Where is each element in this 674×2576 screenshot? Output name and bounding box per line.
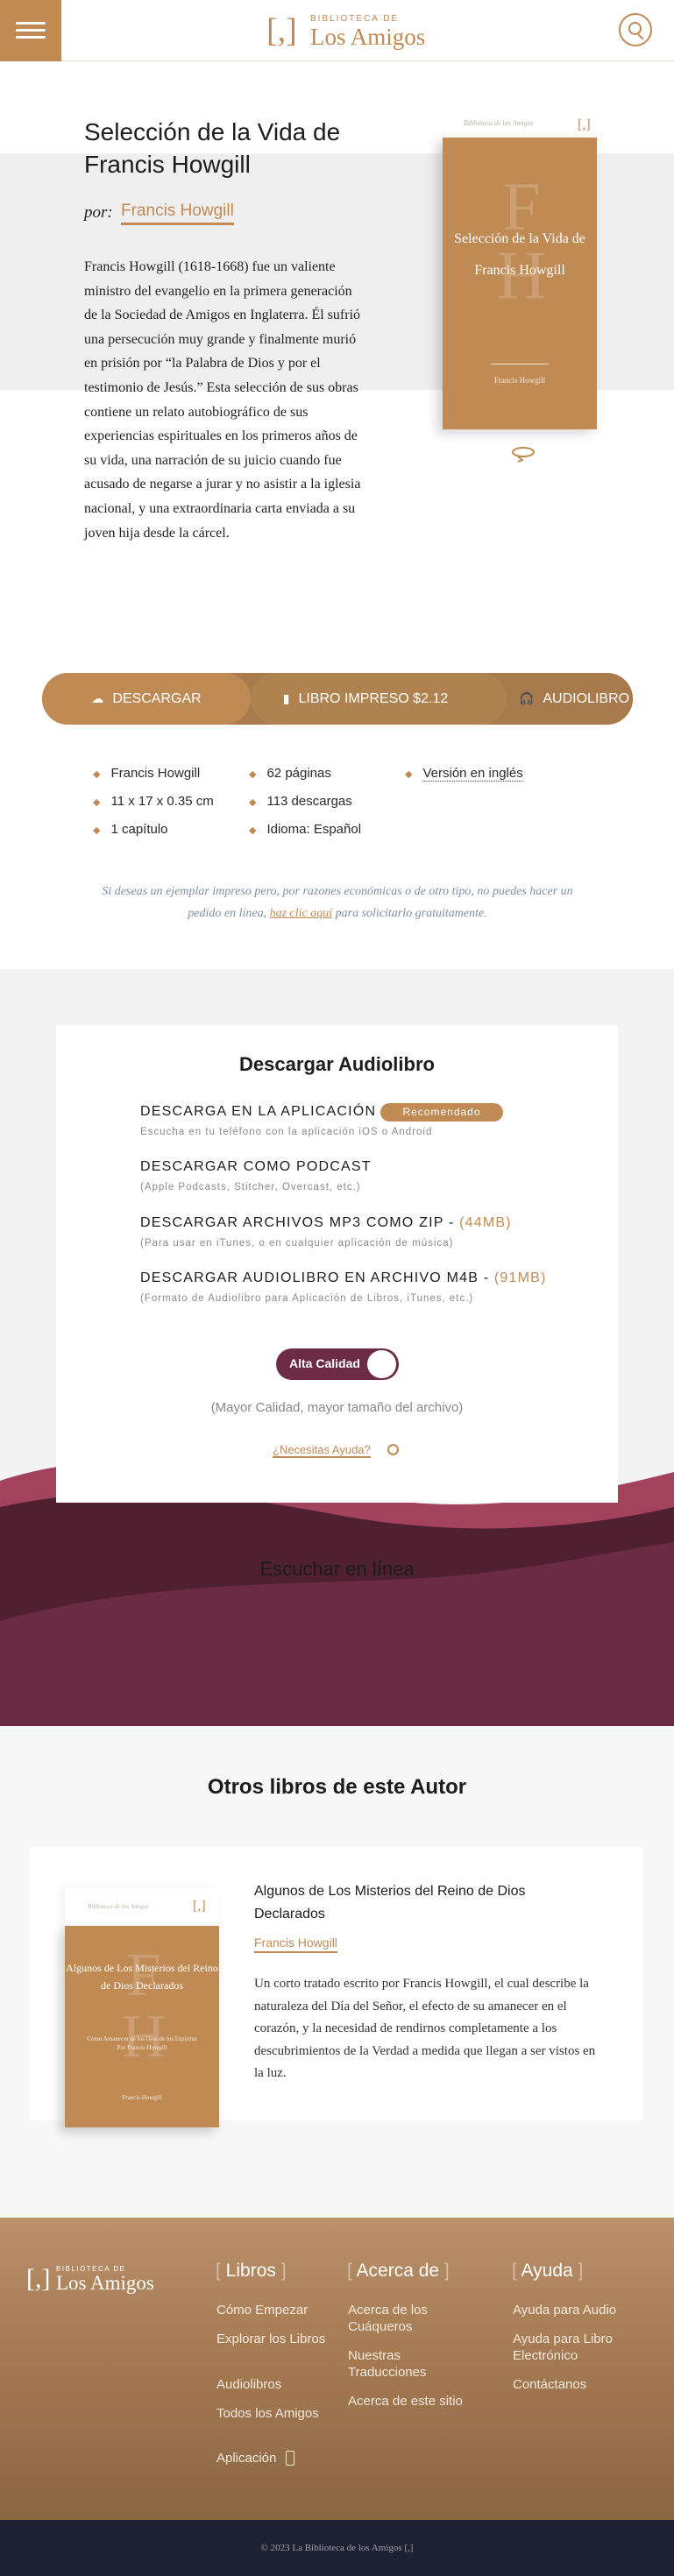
meta-chapters: ◆ 1 capítulo — [93, 822, 168, 837]
cloud-download-icon: ☁ — [91, 691, 104, 705]
recommended-badge: Recomendado — [380, 1103, 503, 1122]
menu-icon[interactable] — [0, 0, 61, 61]
meta-dimensions: ◆ 11 x 17 x 0.35 cm — [93, 794, 214, 809]
site-logo[interactable]: [,] BIBLIOTECA DE Los Amigos — [266, 12, 433, 51]
download-app-sub: Escucha en tu teléfono con la aplicación… — [140, 1127, 433, 1137]
meta-downloads: ◆ 113 descargas — [249, 794, 352, 809]
author-link[interactable]: Francis Howgill — [121, 202, 234, 225]
other-book-title[interactable]: Algunos de Los Misterios del Reino de Di… — [254, 1880, 587, 1926]
quality-note: (Mayor Calidad, mayor tamaño del archivo… — [210, 1400, 464, 1415]
free-copy-note: Si deseas un ejemplar impreso pero, por … — [102, 885, 573, 920]
m4b-sub: (Formato de Audiolibro para Aplicación d… — [140, 1293, 474, 1304]
action-bar: 🎧 AUDIOLIBRO ▮ LIBRO IMPRESO $2.12 ☁ DES… — [42, 673, 633, 725]
cover-strip: Biblioteca de los Amigos [,] — [443, 114, 597, 138]
m4b-option[interactable]: DESCARGAR AUDIOLIBRO EN ARCHIVO M4B - (9… — [140, 1270, 547, 1286]
logo-top-text: BIBLIOTECA DE — [310, 14, 400, 24]
by-label: por: — [84, 203, 113, 222]
footer-books-heading: [ Libros ] — [216, 2261, 287, 2281]
mp3-zip-sub: (Para usar en iTunes, o en cualquier apl… — [140, 1238, 454, 1249]
mp3-zip-option[interactable]: DESCARGAR ARCHIVOS MP3 COMO ZIP - (44MB) — [140, 1215, 512, 1231]
click-here-link[interactable]: haz clic aquí — [270, 907, 333, 920]
flip-cover-icon[interactable] — [510, 445, 536, 463]
footer-link-app[interactable]: Aplicación — [216, 2450, 330, 2466]
footer-link-translations[interactable]: Nuestras Traducciones — [348, 2347, 462, 2381]
footer-link-all-friends[interactable]: Todos los Amigos — [216, 2405, 330, 2422]
book-description: Francis Howgill (1618-1668) fue un valie… — [84, 259, 361, 541]
other-book-cover-strip: Biblioteca de los Amigos [,] — [65, 1887, 219, 1926]
podcast-sub: (Apple Podcasts, Stitcher, Overcast, etc… — [140, 1182, 361, 1192]
footer-help-heading: [ Ayuda ] — [512, 2261, 584, 2281]
footer-about-heading: [ Acerca de ] — [347, 2261, 450, 2281]
copyright-text: © 2023 La Biblioteca de los Amigos [,] — [260, 2543, 414, 2553]
footer-link-quakers[interactable]: Acerca de los Cuáqueros — [348, 2302, 462, 2335]
footer-link-audio-help[interactable]: Ayuda para Audio — [513, 2302, 644, 2318]
logo-bottom-text: Los Amigos — [310, 24, 426, 50]
other-book-description: Un corto tratado escrito por Francis How… — [254, 1977, 596, 2080]
audiobook-title: Descargar Audiolibro — [239, 1053, 435, 1075]
footer-link-audiobooks[interactable]: Audiolibros — [216, 2376, 330, 2393]
other-cover-title: Algunos de Los Misterios del Reino de Di… — [66, 1962, 218, 1992]
other-cover-author: Francis Howgill — [122, 2094, 162, 2101]
other-cover-subtitle: Como Amanecer de los Ojos de los Espírit… — [87, 2035, 197, 2051]
podcast-option[interactable]: DESCARGAR COMO PODCAST — [140, 1159, 372, 1175]
download-app-option[interactable]: DESCARGA EN LA APLICACIÓN — [140, 1104, 376, 1120]
cover-strip-text: Biblioteca de los Amigos — [464, 119, 534, 127]
help-icon — [387, 1444, 399, 1455]
cover-title: Selección de la Vida de Francis Howgill — [454, 231, 585, 278]
footer-link-getting-started[interactable]: Cómo Empezar — [216, 2302, 330, 2318]
phone-icon — [285, 2451, 294, 2466]
meta-english-version: ◆ Versión en inglés — [405, 766, 523, 782]
book-cover[interactable]: FH Selección de la Vida de Francis Howgi… — [443, 138, 597, 429]
meta-language: ◆ Idioma: Español — [249, 822, 362, 837]
meta-author: ◆ Francis Howgill — [93, 766, 201, 781]
listen-online-heading: Escuchar en línea — [259, 1558, 415, 1580]
other-book-author[interactable]: Francis Howgill — [254, 1936, 337, 1953]
footer-link-about-site[interactable]: Acerca de este sitio — [348, 2393, 488, 2410]
audiobook-card — [56, 1025, 618, 1503]
footer-link-ebook-help[interactable]: Ayuda para Libro Electrónico — [513, 2331, 644, 2364]
meta-pages: ◆ 62 páginas — [249, 766, 331, 781]
headphones-icon: 🎧 — [518, 691, 535, 705]
cover-bracket: [,] — [578, 117, 591, 132]
quality-toggle[interactable]: Alta Calidad — [276, 1348, 399, 1380]
cover-author: Francis Howgill — [493, 376, 546, 385]
footer-logo[interactable]: [,] BIBLIOTECA DE Los Amigos — [26, 2264, 202, 2296]
help-link[interactable]: ¿Necesitas Ayuda? — [273, 1443, 371, 1458]
search-icon[interactable] — [619, 13, 652, 46]
other-books-title: Otros libros de este Autor — [207, 1775, 467, 1799]
english-version-link[interactable]: Versión en inglés — [422, 766, 523, 782]
book-icon: ▮ — [282, 691, 290, 705]
site-header: [,] BIBLIOTECA DE Los Amigos — [0, 0, 674, 61]
other-book-cover[interactable]: FH Algunos de Los Misterios del Reino de… — [65, 1926, 219, 2127]
footer-link-explore[interactable]: Explorar los Libros — [216, 2331, 330, 2347]
logo-bracket: [,] — [266, 12, 297, 49]
print-book-button[interactable]: ▮ LIBRO IMPRESO $2.12 — [251, 673, 507, 725]
toggle-knob — [367, 1350, 396, 1378]
footer-link-contact[interactable]: Contáctanos — [513, 2376, 644, 2393]
download-button[interactable]: ☁ DESCARGAR — [42, 673, 251, 725]
book-title: Selección de la Vida de Francis Howgill — [84, 118, 341, 178]
